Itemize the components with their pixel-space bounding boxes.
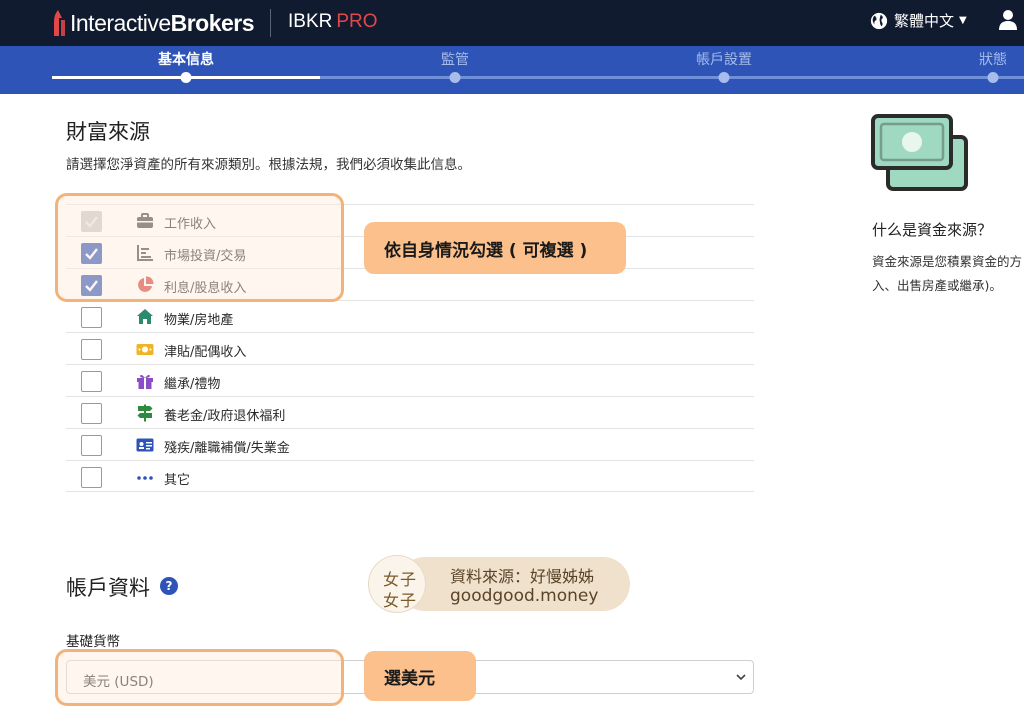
id-card-icon (136, 438, 154, 452)
top-bar: InteractiveBrokers IBKR PRO 繁體中文 ▼ (0, 0, 1024, 46)
step-dot-status (987, 72, 999, 83)
wealth-source-description: 請選擇您淨資產的所有來源類別。根據法規，我們必須收集此信息。 (66, 157, 471, 173)
globe-icon (870, 12, 888, 29)
list-item[interactable]: 養老金/政府退休福利 (66, 396, 754, 428)
checkbox-disability[interactable] (81, 435, 102, 456)
chevron-down-icon (736, 674, 746, 681)
language-label: 繁體中文 (894, 12, 955, 30)
checkbox-allowance[interactable] (81, 339, 102, 360)
step-dot-regulatory (449, 72, 461, 83)
side-panel-text-2: 入、出售房產或繼承)。 (872, 278, 1002, 293)
list-item[interactable]: 其它 (66, 460, 754, 492)
currency-highlight (55, 649, 344, 706)
row-label: 殘疾/離職補償/失業金 (164, 441, 290, 456)
more-dots-icon (137, 476, 153, 480)
row-label: 其它 (164, 473, 191, 488)
row-label: 繼承/禮物 (164, 377, 221, 392)
currency-hint-callout: 選美元 (364, 651, 476, 701)
step-dot-basic-info (180, 72, 192, 83)
watermark-source: 資料來源：好慢姊姊 (450, 567, 595, 586)
watermark-logo: 女子 女子 (368, 555, 426, 613)
list-item[interactable]: 津貼/配偶收入 (66, 332, 754, 364)
ib-logo-icon (54, 10, 65, 36)
language-selector[interactable]: 繁體中文 ▼ (870, 10, 967, 31)
step-dot-account-setup (718, 72, 730, 83)
checkbox-real-estate[interactable] (81, 307, 102, 328)
checkbox-inheritance[interactable] (81, 371, 102, 392)
product-label: IBKR (288, 11, 333, 32)
house-icon (137, 309, 153, 324)
account-info-title: 帳戶資料 (66, 576, 150, 600)
help-icon[interactable]: ? (160, 577, 178, 595)
select-hint-callout: 依自身情況勾選 ( 可複選 ) (364, 222, 626, 274)
step-status[interactable]: 狀態 (979, 49, 1007, 69)
caret-down-icon: ▼ (959, 15, 967, 26)
watermark-logo-text-2: 女子 (383, 591, 418, 610)
checkbox-pension[interactable] (81, 403, 102, 424)
product-tier: PRO (336, 11, 378, 32)
progress-steps: 基本信息 監管 帳戶設置 狀態 (0, 46, 1024, 94)
side-panel-text-1: 資金來源是您積累資金的方 (872, 254, 1023, 269)
select-hint-text: 依自身情況勾選 ( 可複選 ) (384, 240, 588, 261)
wealth-source-title: 財富來源 (66, 120, 150, 144)
product-name: IBKR PRO (288, 11, 378, 33)
row-label: 物業/房地產 (164, 313, 234, 328)
money-icon (871, 114, 968, 191)
list-item[interactable]: 繼承/禮物 (66, 364, 754, 396)
brand-name: InteractiveBrokers (70, 9, 255, 36)
list-item[interactable]: 殘疾/離職補償/失業金 (66, 428, 754, 460)
list-item[interactable]: 物業/房地產 (66, 300, 754, 332)
base-currency-label: 基礎貨幣 (66, 634, 120, 650)
signpost-icon (137, 404, 153, 422)
step-account-setup[interactable]: 帳戶設置 (696, 49, 752, 69)
currency-hint-text: 選美元 (384, 668, 435, 689)
step-basic-info[interactable]: 基本信息 (158, 49, 214, 69)
checkbox-other[interactable] (81, 467, 102, 488)
source-watermark: 女子 女子 資料來源：好慢姊姊 goodgood.money (368, 555, 630, 613)
step-regulatory[interactable]: 監管 (441, 49, 469, 69)
brand-logo[interactable]: InteractiveBrokers (50, 8, 255, 38)
cash-icon (136, 344, 154, 355)
side-panel-title: 什么是資金來源？ (872, 221, 993, 239)
watermark-url: goodgood.money (450, 586, 599, 606)
gift-icon (137, 374, 153, 389)
row-label: 津貼/配偶收入 (164, 345, 247, 360)
user-icon[interactable] (998, 9, 1018, 31)
row-label: 養老金/政府退休福利 (164, 409, 286, 424)
logo-divider (270, 9, 271, 37)
selection-highlight (55, 193, 344, 302)
